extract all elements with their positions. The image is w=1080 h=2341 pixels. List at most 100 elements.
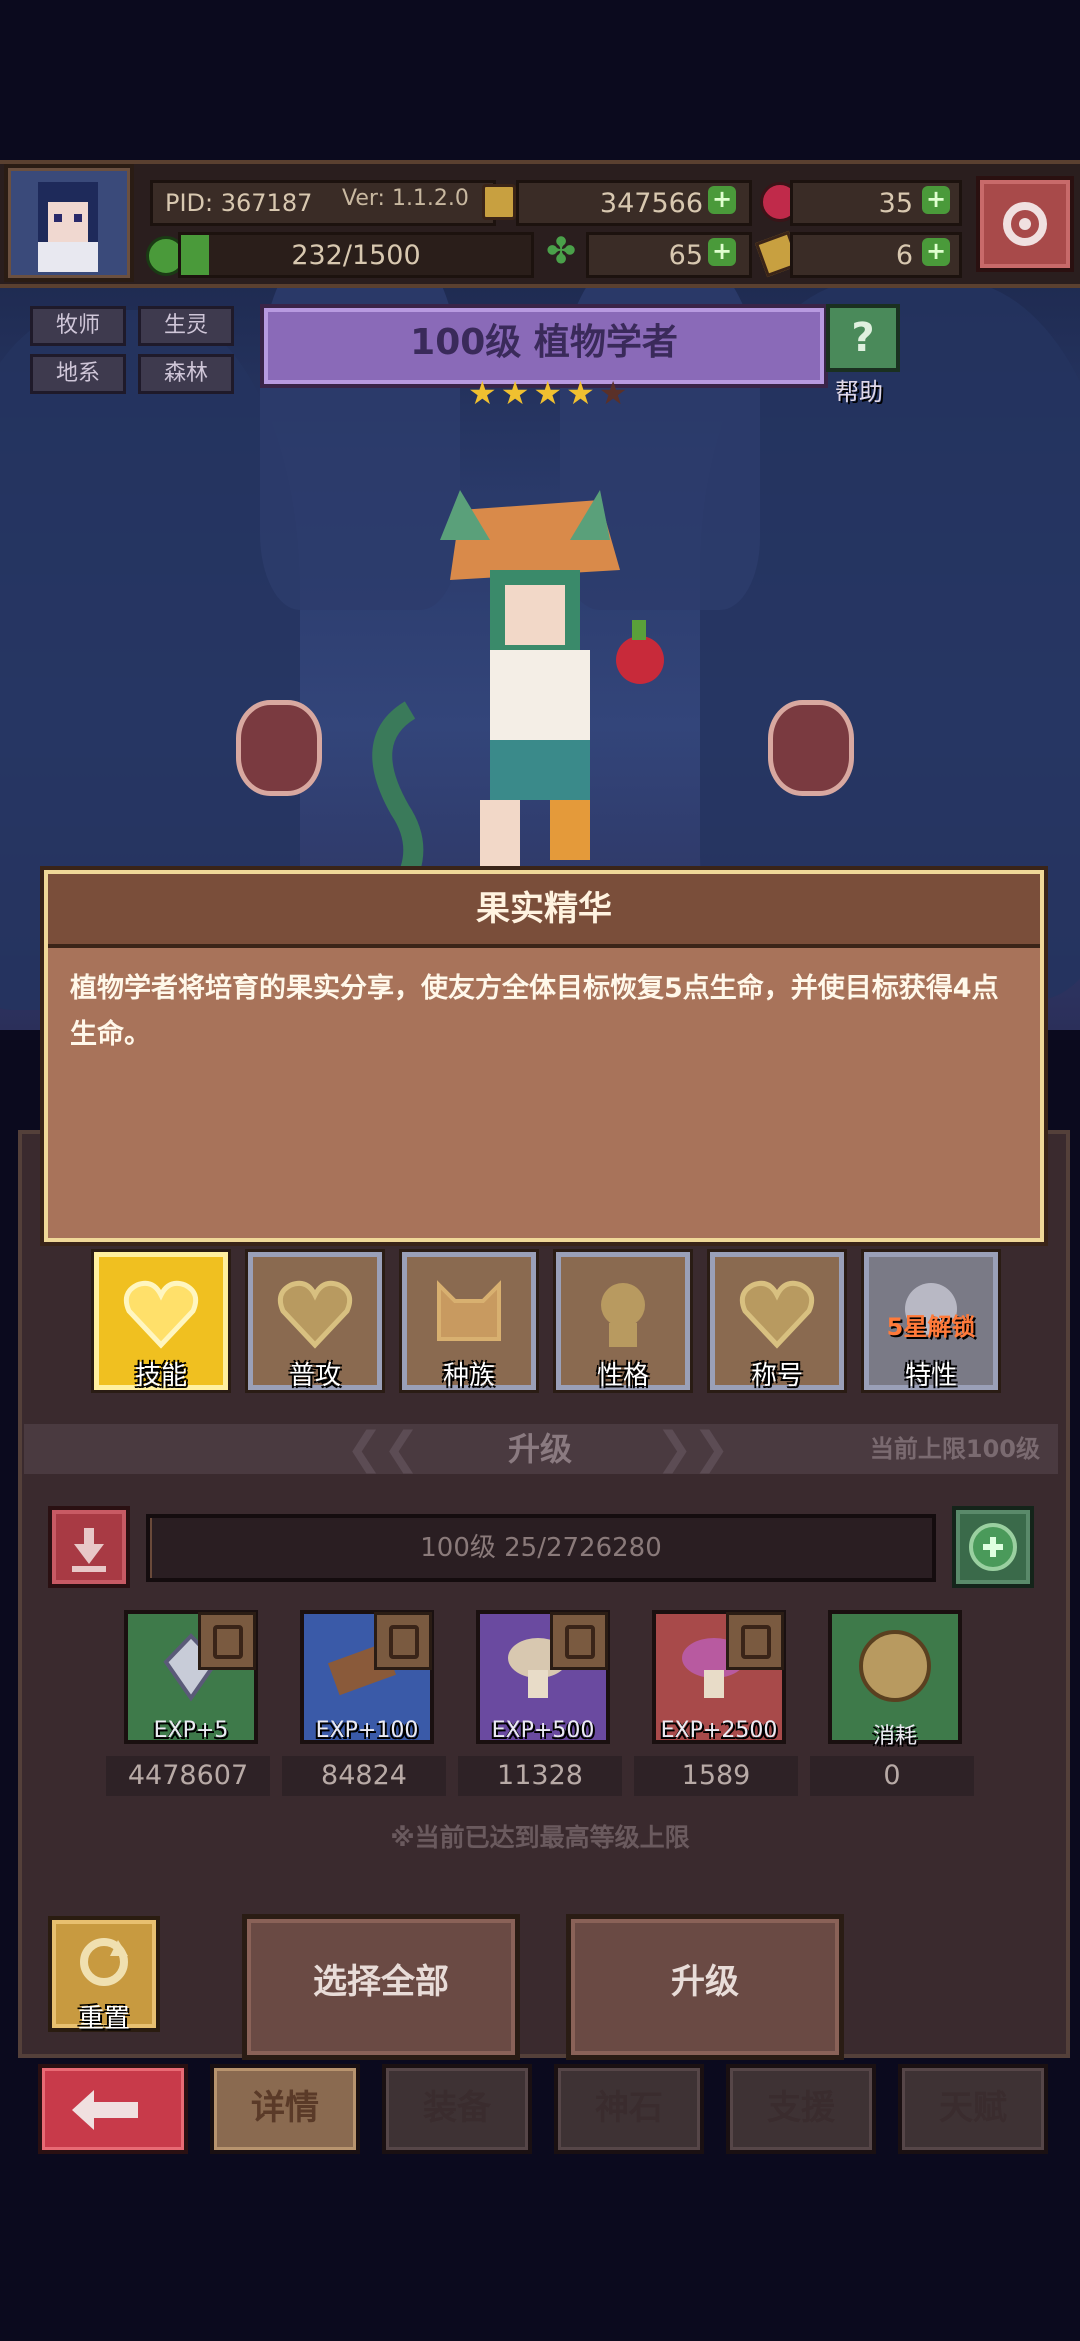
exp-item-500[interactable]: EXP+500 xyxy=(476,1610,610,1744)
help-label: 帮助 xyxy=(835,378,883,406)
character-title: 100级 植物学者 xyxy=(410,322,678,363)
lock-icon xyxy=(550,1612,608,1670)
downgrade-button[interactable] xyxy=(48,1506,130,1588)
item-label: EXP+5 xyxy=(153,1718,229,1743)
exp-consume-slot: 消耗 xyxy=(828,1610,962,1749)
status-bar-area xyxy=(0,0,1080,160)
back-arrow-icon xyxy=(72,2090,138,2130)
reset-button[interactable]: 重置 xyxy=(48,1916,160,2034)
version-text: Ver: 1.1.2.0 xyxy=(342,186,469,211)
down-arrow-icon xyxy=(72,1528,106,1572)
cat-face-icon xyxy=(437,1280,501,1341)
chevrons-left-icon: ❮❮ xyxy=(346,1423,420,1474)
nav-equipment[interactable]: 装备 xyxy=(382,2064,532,2154)
refresh-icon xyxy=(80,1938,128,1986)
item-label: 消耗 xyxy=(872,1724,917,1749)
item-label: EXP+500 xyxy=(491,1718,595,1743)
clover-add-button[interactable]: + xyxy=(708,238,736,266)
exp-item-5[interactable]: EXP+5 xyxy=(124,1610,258,1744)
skill-description-panel: 果实精华 植物学者将培育的果实分享，使友方全体目标恢复5点生命，并使目标获得4点… xyxy=(44,870,1044,1242)
item-quantity: 1589 xyxy=(634,1756,798,1796)
star-icon: ★ xyxy=(533,374,563,412)
tab-personality[interactable]: 性格 xyxy=(556,1252,690,1391)
clover-icon: ✤ xyxy=(546,231,577,272)
key-add-button[interactable]: + xyxy=(922,238,950,266)
coin-consume-icon xyxy=(859,1630,931,1702)
gold-amount: 347566 xyxy=(599,187,703,219)
nav-godstone[interactable]: 神石 xyxy=(554,2064,704,2154)
settings-button[interactable] xyxy=(976,176,1074,272)
tab-trait[interactable]: 5星解锁 特性 xyxy=(864,1252,998,1391)
gem-amount: 35 xyxy=(878,187,913,219)
tab-label: 称号 xyxy=(750,1361,803,1391)
back-button[interactable] xyxy=(38,2064,188,2154)
tag-element: 地系 xyxy=(30,354,126,394)
key-amount: 6 xyxy=(895,239,913,271)
star-empty-icon: ★ xyxy=(598,374,628,412)
star-rating: ★ ★ ★ ★ ★ xyxy=(468,374,627,412)
tab-title[interactable]: 称号 xyxy=(710,1252,844,1391)
add-exp-button[interactable] xyxy=(952,1506,1034,1588)
tab-label: 性格 xyxy=(596,1361,649,1391)
stamina-bar: 232/1500 xyxy=(178,232,534,278)
upgrade-header-title: 升级 xyxy=(507,1430,572,1468)
character-sprite xyxy=(372,490,664,874)
tab-race[interactable]: 种族 xyxy=(402,1252,536,1391)
skill-title-bar: 果实精华 xyxy=(48,874,1040,948)
gold-add-button[interactable]: + xyxy=(708,186,736,214)
plus-icon xyxy=(969,1523,1017,1571)
upgrade-button[interactable]: 升级 xyxy=(566,1914,844,2060)
item-label: EXP+100 xyxy=(315,1718,419,1743)
item-quantity: 11328 xyxy=(458,1756,622,1796)
head-silhouette-icon xyxy=(601,1283,645,1347)
gem-add-button[interactable]: + xyxy=(922,186,950,214)
prev-character-button[interactable] xyxy=(236,700,322,796)
tag-habitat: 森林 xyxy=(138,354,234,394)
coin-icon xyxy=(482,184,516,220)
pid-text: PID: 367187 xyxy=(165,189,313,217)
tab-label: 种族 xyxy=(442,1361,495,1391)
help-icon: ? xyxy=(826,304,900,372)
exp-item-2500[interactable]: EXP+2500 xyxy=(652,1610,786,1744)
lock-icon xyxy=(726,1612,784,1670)
item-label: EXP+2500 xyxy=(660,1718,778,1743)
star-icon: ★ xyxy=(500,374,530,412)
heart-skill-icon xyxy=(123,1280,199,1349)
lock-icon xyxy=(198,1612,256,1670)
star-icon: ★ xyxy=(468,374,497,412)
tab-attack[interactable]: 普攻 xyxy=(248,1252,382,1391)
item-quantity: 0 xyxy=(810,1756,974,1796)
nav-support[interactable]: 支援 xyxy=(726,2064,876,2154)
chevrons-right-icon: ❯❯ xyxy=(656,1423,730,1474)
nav-details[interactable]: 详情 xyxy=(210,2064,360,2154)
max-level-note: ※当前已达到最高等级上限 xyxy=(390,1823,690,1852)
exp-item-100[interactable]: EXP+100 xyxy=(300,1610,434,1744)
gear-icon xyxy=(1003,202,1047,246)
lock-icon xyxy=(374,1612,432,1670)
heart-title-icon xyxy=(739,1280,815,1349)
exp-progress-text: 100级 25/2726280 xyxy=(420,1533,662,1563)
item-quantity: 84824 xyxy=(282,1756,446,1796)
avatar-portrait-icon xyxy=(38,182,98,272)
skill-title: 果实精华 xyxy=(476,889,612,929)
level-limit-text: 当前上限100级 xyxy=(869,1435,1040,1463)
tag-class: 牧师 xyxy=(30,306,126,346)
help-button[interactable]: ? 帮助 xyxy=(826,304,902,406)
select-all-button[interactable]: 选择全部 xyxy=(242,1914,520,2060)
next-character-button[interactable] xyxy=(768,700,854,796)
stamina-text: 232/1500 xyxy=(291,239,421,271)
skill-description-text: 植物学者将培育的果实分享，使友方全体目标恢复5点生命，并使目标获得4点生命。 xyxy=(70,973,999,1050)
heart-attack-icon xyxy=(277,1280,353,1349)
tab-label: 普攻 xyxy=(288,1361,341,1391)
clover-amount: 65 xyxy=(668,239,703,271)
player-avatar[interactable] xyxy=(4,164,134,282)
item-quantity: 4478607 xyxy=(106,1756,270,1796)
star-icon: ★ xyxy=(566,374,595,412)
tab-skill[interactable]: 技能 xyxy=(94,1252,228,1391)
tab-label: 技能 xyxy=(134,1361,187,1391)
reset-label: 重置 xyxy=(77,2004,130,2034)
tab-label: 特性 xyxy=(904,1361,957,1391)
tag-race: 生灵 xyxy=(138,306,234,346)
nav-talent[interactable]: 天赋 xyxy=(898,2064,1048,2154)
exp-progress-bar: 100级 25/2726280 xyxy=(146,1514,936,1582)
